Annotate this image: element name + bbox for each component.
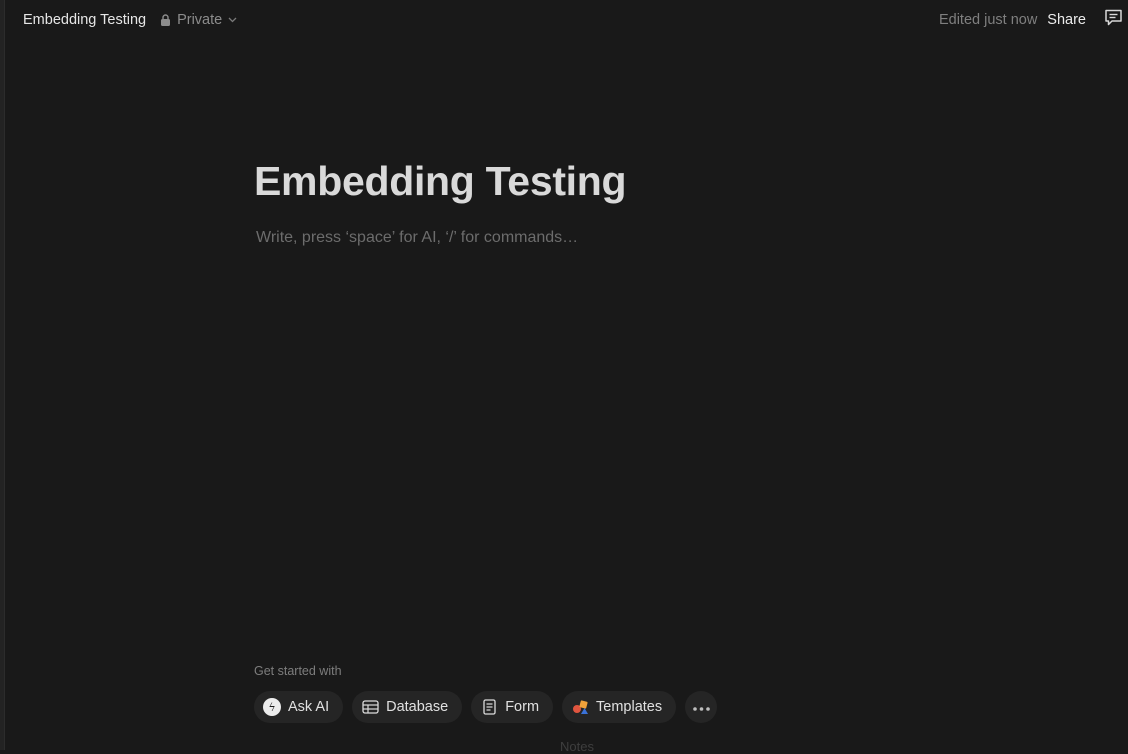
top-bar: Embedding Testing Private Edited just no…: [5, 0, 1128, 40]
ellipsis-icon: [692, 699, 710, 715]
templates-shapes-icon: [571, 698, 589, 716]
ask-ai-label: Ask AI: [288, 699, 330, 715]
lock-icon: [160, 14, 171, 26]
privacy-dropdown[interactable]: Private: [160, 12, 237, 28]
chevron-down-icon: [228, 17, 237, 23]
templates-label: Templates: [596, 699, 663, 715]
document-icon: [480, 698, 498, 716]
get-started-heading: Get started with: [254, 664, 342, 678]
database-label: Database: [386, 699, 449, 715]
ai-face-icon: ϟ: [263, 698, 281, 716]
sidebar-edge[interactable]: [0, 0, 5, 750]
page-title[interactable]: Embedding Testing: [254, 158, 627, 205]
bottom-hint: Notes: [560, 739, 594, 754]
ask-ai-button[interactable]: ϟ Ask AI: [254, 691, 344, 723]
table-icon: [361, 698, 379, 716]
privacy-label: Private: [177, 12, 223, 28]
templates-button[interactable]: Templates: [562, 691, 677, 723]
more-options-button[interactable]: [685, 691, 718, 723]
get-started-chips: ϟ Ask AI Database Form Templates: [254, 691, 718, 723]
breadcrumb-page-name[interactable]: Embedding Testing: [23, 12, 146, 28]
form-label: Form: [505, 699, 540, 715]
form-button[interactable]: Form: [471, 691, 554, 723]
comment-icon: [1104, 8, 1123, 32]
share-button[interactable]: Share: [1047, 12, 1086, 28]
editor-placeholder[interactable]: Write, press ‘space’ for AI, ‘/’ for com…: [256, 229, 578, 247]
comment-button[interactable]: [1102, 9, 1124, 31]
database-button[interactable]: Database: [352, 691, 463, 723]
edited-status: Edited just now: [938, 12, 1038, 28]
